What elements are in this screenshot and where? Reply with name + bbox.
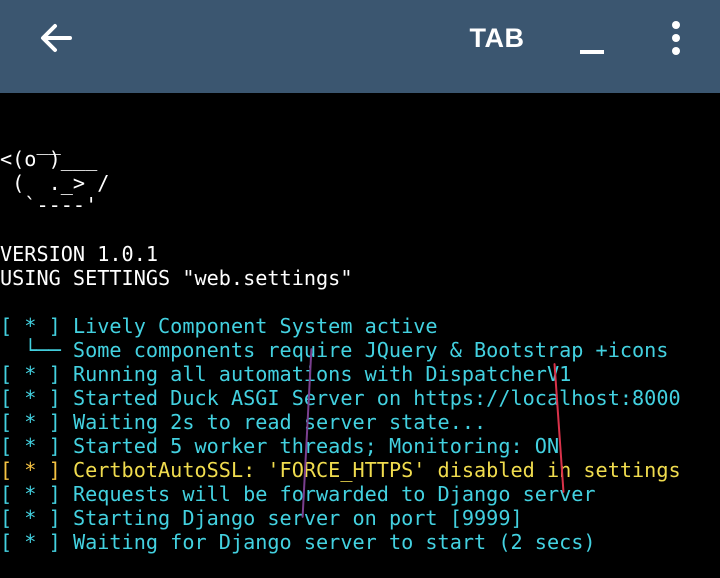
log-line: [ * ] Starting Django server on port [99… (0, 506, 720, 530)
log-text: Waiting for Django server to start (2 se… (72, 530, 596, 554)
tab-button[interactable]: TAB (462, 18, 532, 58)
version-line: VERSION 1.0.1 (0, 242, 159, 266)
back-button[interactable] (30, 14, 82, 62)
logo-line: ( ._> / (0, 171, 110, 195)
minimize-button[interactable] (568, 20, 616, 64)
log-bullet: [ * ] (0, 434, 61, 458)
log-line: [ * ] Waiting for Django server to start… (0, 530, 720, 554)
log-line: [ * ] Running all automations with Dispa… (0, 362, 720, 386)
log-text: Requests will be forwarded to Django ser… (72, 482, 596, 506)
log-bullet: [ * ] (0, 314, 61, 338)
terminal-output[interactable]: __ <(o )___ ( ._> / `----' VERSION 1.0.1… (0, 93, 720, 578)
log-text: Lively Component System active (72, 314, 438, 338)
log-bullet: [ * ] (0, 458, 61, 482)
log-bullet: [ * ] (0, 362, 61, 386)
log-bullet: [ * ] (0, 386, 61, 410)
log-line: [ * ] Waiting 2s to read server state... (0, 410, 720, 434)
log-line: └── Some components require JQuery & Boo… (0, 338, 720, 362)
log-line: [ * ] Lively Component System active (0, 314, 720, 338)
log-text: Running all automations with DispatcherV… (72, 362, 572, 386)
more-options-button[interactable] (656, 14, 696, 62)
arrow-left-icon (41, 24, 72, 52)
log-bullet: [ * ] (0, 410, 61, 434)
logo-line: `----' (0, 193, 98, 217)
log-line: [ * ] Started 5 worker threads; Monitori… (0, 434, 720, 458)
minimize-icon (580, 50, 604, 54)
log-text: Started 5 worker threads; Monitoring: ON (72, 434, 560, 458)
settings-value: "web.settings" (182, 266, 353, 290)
log-bullet: [ * ] (0, 482, 61, 506)
log-bullet: [ * ] (0, 506, 61, 530)
log-line: [ * ] Started Duck ASGI Server on https:… (0, 386, 720, 410)
settings-line: USING SETTINGS "web.settings" (0, 266, 720, 290)
log-text: CertbotAutoSSL: 'FORCE_HTTPS' disabled i… (72, 458, 681, 482)
log-text: Started Duck ASGI Server on https://loca… (72, 386, 681, 410)
log-line: [ * ] Requests will be forwarded to Djan… (0, 482, 720, 506)
log-bullet: [ * ] (0, 530, 61, 554)
toolbar: TAB (0, 0, 720, 93)
terminal-app: TAB __ <(o )___ ( ._> / `----' VERSION 1… (0, 0, 720, 578)
log-text: Waiting 2s to read server state... (72, 410, 487, 434)
settings-label: USING SETTINGS (0, 266, 171, 290)
log-text: └── Some components require JQuery & Boo… (0, 338, 669, 362)
logo-line: <(o )___ (0, 147, 98, 171)
log-line-warning: [ * ] CertbotAutoSSL: 'FORCE_HTTPS' disa… (0, 458, 720, 482)
log-text: Starting Django server on port [9999] (72, 506, 523, 530)
